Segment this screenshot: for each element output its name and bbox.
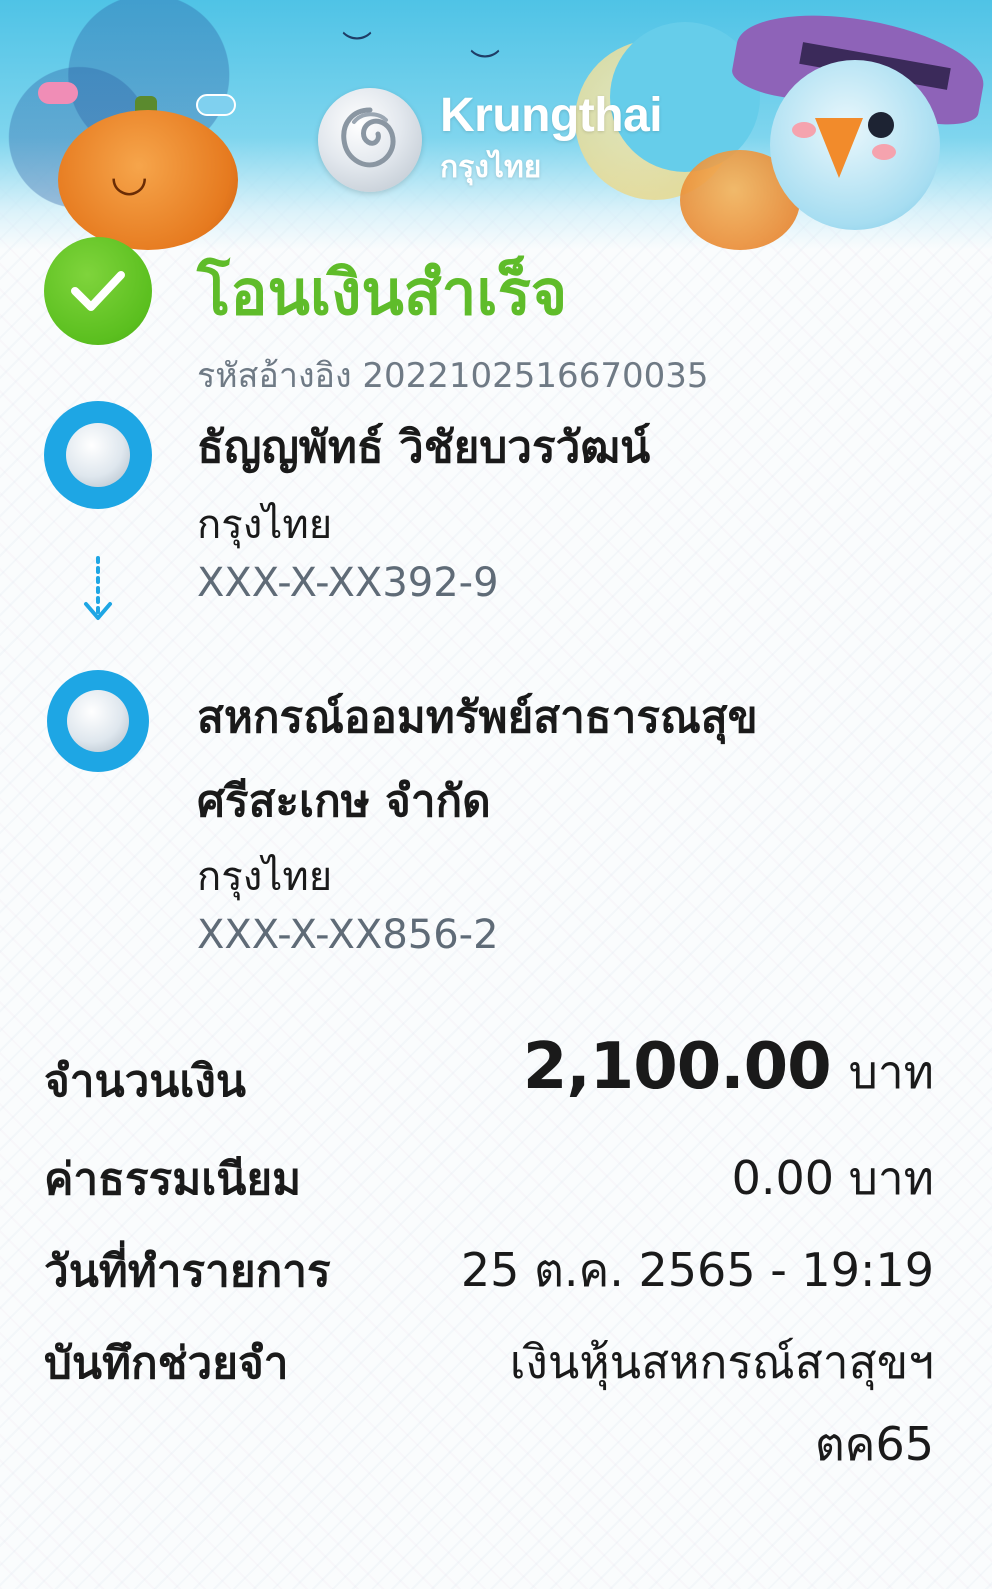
mascot-eye <box>868 112 894 138</box>
candy-icon <box>196 94 236 116</box>
candy-icon <box>38 82 78 104</box>
mascot-cheek <box>792 122 816 138</box>
sender-bank: กรุงไทย <box>197 502 333 548</box>
krungthai-logo-icon <box>66 423 130 487</box>
memo-value-line2: ตค65 <box>814 1417 934 1471</box>
receiver-bank-icon <box>47 670 149 772</box>
check-circle-icon <box>44 237 152 345</box>
reference-line: รหัสอ้างอิง 2022102516670035 <box>197 348 708 402</box>
krungthai-logo-icon <box>318 88 422 192</box>
receiver-name-line1: สหกรณ์ออมทรัพย์สาธารณสุข <box>197 692 758 743</box>
reference-number: 2022102516670035 <box>362 356 709 396</box>
krungthai-logo-icon <box>67 690 129 752</box>
memo-value-line1: เงินหุ้นสหกรณ์สาสุขฯ <box>509 1335 934 1389</box>
receiver-account: XXX-X-XX856-2 <box>197 912 499 958</box>
sender-account: XXX-X-XX392-9 <box>197 560 499 606</box>
transfer-slip: ◡ ︶ ︶ Krungthai กรุงไทย โอนเงินสำเร็จ รห… <box>0 0 992 1589</box>
amount-value: 2,100.00 <box>522 1030 832 1104</box>
mascot-beak <box>815 118 863 178</box>
sender-bank-icon <box>44 401 152 509</box>
memo-label: บันทึกช่วยจำ <box>44 1338 289 1389</box>
mascot-cheek <box>872 144 896 160</box>
date-label: วันที่ทำรายการ <box>44 1246 331 1297</box>
receiver-bank: กรุงไทย <box>197 854 333 900</box>
pumpkin-face-icon: ◡ <box>110 150 149 201</box>
brand-name-th: กรุงไทย <box>440 150 542 185</box>
amount-label: จำนวนเงิน <box>44 1056 246 1107</box>
bat-icon: ︶ <box>470 48 500 83</box>
amount-unit: บาท <box>848 1045 934 1099</box>
brand-name-en: Krungthai <box>440 89 663 142</box>
amount-value-group: 2,100.00 บาท <box>523 1030 934 1109</box>
reference-label: รหัสอ้างอิง <box>197 356 352 396</box>
arrow-down-icon <box>82 556 114 630</box>
receiver-name-line2: ศรีสะเกษ จำกัด <box>197 776 491 827</box>
bat-icon: ︶ <box>342 30 372 65</box>
fee-value: 0.00 บาท <box>731 1151 934 1205</box>
date-value: 25 ต.ค. 2565 - 19:19 <box>460 1243 934 1297</box>
sender-name: ธัญญพัทธ์ วิชัยบวรวัฒน์ <box>197 422 651 473</box>
fee-label: ค่าธรรมเนียม <box>44 1154 302 1205</box>
status-title: โอนเงินสำเร็จ <box>197 256 568 329</box>
